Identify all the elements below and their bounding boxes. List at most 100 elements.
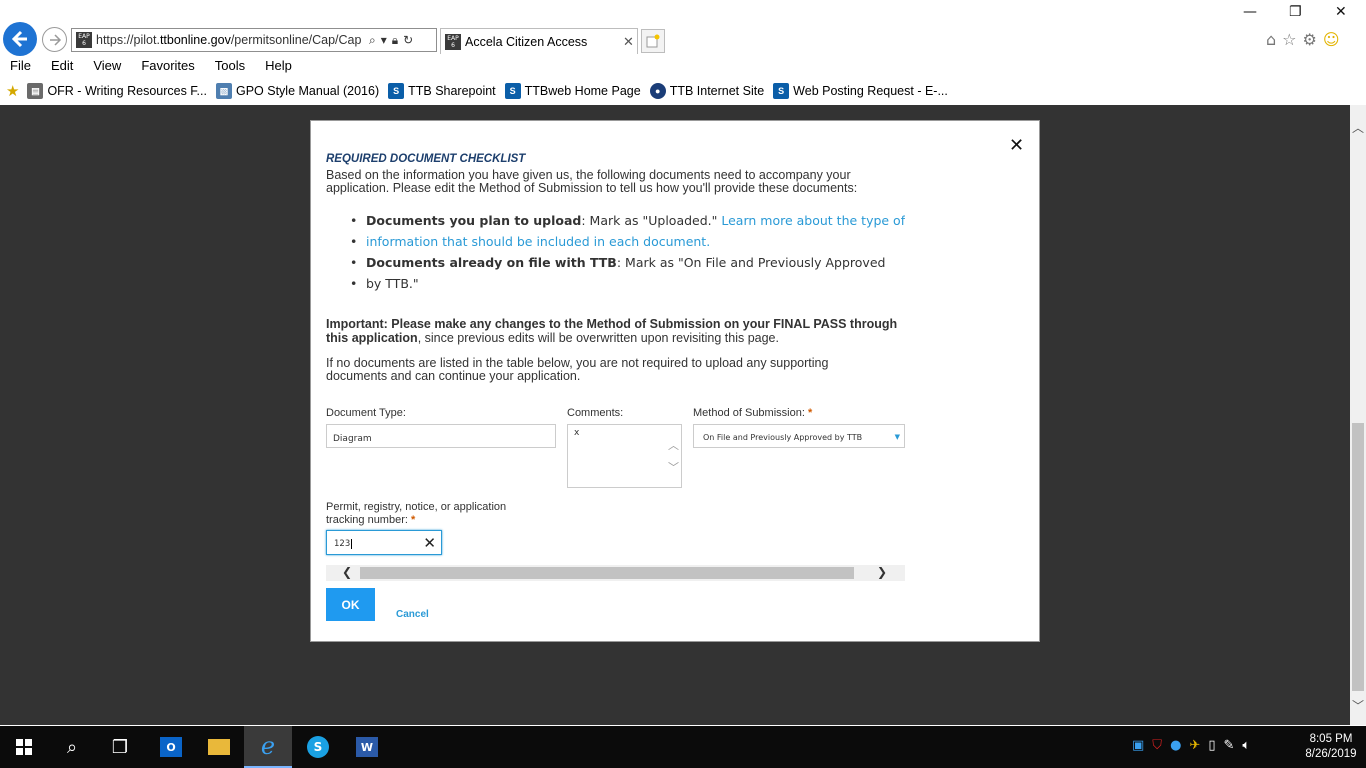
modal-title: REQUIRED DOCUMENT CHECKLIST: [326, 153, 526, 165]
outlook-tray-icon[interactable]: ▣: [1132, 738, 1144, 753]
comments-label: Comments:: [567, 407, 624, 419]
ok-button[interactable]: OK: [326, 588, 375, 621]
volume-icon[interactable]: 🔈︎: [1242, 738, 1250, 753]
word-icon[interactable]: W: [343, 726, 391, 768]
skype-tray-icon[interactable]: ●: [1170, 738, 1181, 753]
file-explorer-icon[interactable]: [195, 726, 243, 768]
menu-file[interactable]: File: [0, 57, 41, 77]
sharepoint-icon: S: [773, 83, 790, 99]
home-icon[interactable]: ⌂: [1266, 30, 1276, 49]
close-modal-icon[interactable]: ✕: [1009, 135, 1024, 156]
ttb-seal-icon: ●: [649, 83, 666, 99]
internet-explorer-icon[interactable]: e: [244, 726, 292, 768]
windows-logo-icon: [16, 739, 32, 755]
learn-more-link[interactable]: Learn more about the type of: [721, 213, 905, 228]
task-view-icon[interactable]: ❐: [96, 726, 144, 768]
browser-chrome: EAP 6 https://pilot.ttbonline.gov/permits…: [0, 0, 1366, 105]
favorite-gpo[interactable]: ▧ GPO Style Manual (2016): [215, 83, 379, 99]
add-favorite-icon[interactable]: ★: [6, 82, 19, 100]
taskbar-clock[interactable]: 8:05 PM 8/26/2019: [1300, 732, 1362, 762]
no-documents-note: If no documents are listed in the table …: [326, 356, 829, 383]
list-item: Documents already on file with TTB: Mark…: [350, 252, 905, 273]
minimize-icon[interactable]: —: [1243, 4, 1257, 20]
gear-icon[interactable]: ⚙: [1303, 30, 1317, 49]
scroll-right-icon[interactable]: ❯: [877, 565, 887, 579]
new-tab-icon: [646, 34, 660, 48]
document-type-label: Document Type:: [326, 407, 406, 419]
tracking-number-value: 123: [334, 539, 351, 549]
dropdown-caret-icon[interactable]: ▼: [895, 433, 900, 441]
scroll-up-icon[interactable]: ︿: [1352, 119, 1364, 136]
battery-icon[interactable]: ▯: [1208, 738, 1215, 753]
scrollbar-thumb[interactable]: [1352, 423, 1364, 691]
horizontal-scrollbar[interactable]: ❮ ❯: [326, 565, 905, 581]
clock-time: 8:05 PM: [1309, 733, 1353, 745]
lock-icon[interactable]: 🔒︎: [392, 33, 398, 48]
clear-input-icon[interactable]: ✕: [423, 534, 436, 552]
scroll-left-icon[interactable]: ❮: [342, 565, 352, 579]
arrow-left-icon: [11, 30, 27, 48]
vpn-icon[interactable]: ✈: [1189, 738, 1200, 753]
menu-view[interactable]: View: [83, 57, 131, 77]
tab-close-icon[interactable]: ✕: [623, 34, 634, 50]
favorite-ofr[interactable]: ▤ OFR - Writing Resources F...: [27, 83, 207, 99]
site-favicon: EAP 6: [76, 32, 92, 48]
document-type-field: Diagram: [326, 424, 556, 448]
back-button[interactable]: [3, 22, 37, 56]
restore-icon[interactable]: ❐: [1289, 4, 1302, 20]
url-text[interactable]: https://pilot.ttbonline.gov/permitsonlin…: [96, 33, 364, 47]
menu-tools[interactable]: Tools: [205, 57, 255, 77]
menu-favorites[interactable]: Favorites: [131, 57, 204, 77]
outlook-icon[interactable]: O: [147, 726, 195, 768]
refresh-icon[interactable]: ↻: [403, 33, 413, 47]
search-icon[interactable]: ⌕: [369, 33, 376, 48]
list-item-continuation: information that should be included in e…: [350, 231, 905, 252]
tracking-label-line-1: Permit, registry, notice, or application: [326, 501, 507, 513]
favorites-star-icon[interactable]: ☆: [1282, 30, 1296, 49]
tracking-number-input[interactable]: 123 ✕: [326, 530, 442, 555]
sharepoint-icon: S: [504, 83, 521, 99]
pen-icon[interactable]: ✎: [1223, 738, 1234, 753]
close-window-icon[interactable]: ✕: [1335, 4, 1347, 20]
page-scrollbar[interactable]: ︿ ﹀: [1350, 105, 1366, 725]
intro-line-2: application. Please edit the Method of S…: [326, 181, 858, 195]
method-of-submission-select[interactable]: On File and Previously Approved by TTB ▼: [693, 424, 905, 448]
cancel-link[interactable]: Cancel: [396, 609, 429, 620]
comments-textarea[interactable]: x ︿ ﹀: [567, 424, 682, 488]
chevron-up-icon[interactable]: ︿: [668, 437, 679, 453]
system-tray: ▣ ⛉ ● ✈ ▯ ✎ 🔈︎: [1132, 738, 1250, 753]
menu-bar: File Edit View Favorites Tools Help: [0, 57, 302, 77]
favorite-web-posting[interactable]: S Web Posting Request - E-...: [773, 83, 948, 99]
new-tab-button[interactable]: [641, 29, 665, 53]
document-checklist-modal: ✕ REQUIRED DOCUMENT CHECKLIST Based on t…: [310, 120, 1040, 642]
horizontal-scroll-thumb[interactable]: [360, 567, 854, 579]
smiley-icon[interactable]: ☺: [1323, 30, 1340, 49]
skype-icon[interactable]: S: [294, 726, 342, 768]
document-icon: ▤: [27, 83, 44, 99]
menu-edit[interactable]: Edit: [41, 57, 83, 77]
list-item-continuation: by TTB.": [350, 273, 905, 294]
method-label: Method of Submission: *: [693, 407, 813, 419]
favorite-ttb-internet[interactable]: ● TTB Internet Site: [649, 83, 764, 99]
browser-tab[interactable]: EAP 6 Accela Citizen Access ✕: [440, 28, 638, 54]
windows-taskbar: ⌕ ❐ O e S W ▣ ⛉ ● ✈ ▯ ✎ 🔈︎ 8:05 PM 8/26/…: [0, 726, 1366, 768]
dropdown-icon[interactable]: ▾: [381, 33, 387, 47]
chevron-down-icon[interactable]: ﹀: [668, 459, 679, 475]
learn-more-link-cont[interactable]: information that should be included in e…: [366, 234, 710, 249]
arrow-right-icon: [49, 33, 61, 46]
important-note: Important: Please make any changes to th…: [326, 317, 898, 345]
scroll-down-icon[interactable]: ﹀: [1352, 697, 1364, 714]
clock-date: 8/26/2019: [1305, 748, 1357, 760]
start-button[interactable]: [0, 726, 48, 768]
favorite-ttb-sharepoint[interactable]: S TTB Sharepoint: [388, 83, 496, 99]
address-bar[interactable]: EAP 6 https://pilot.ttbonline.gov/permits…: [71, 28, 437, 52]
mcafee-icon[interactable]: ⛉: [1152, 738, 1162, 753]
favorites-bar: ★ ▤ OFR - Writing Resources F... ▧ GPO S…: [0, 80, 957, 102]
forward-button[interactable]: [42, 27, 67, 52]
search-taskbar-icon[interactable]: ⌕: [48, 726, 96, 768]
comments-value: x: [574, 428, 580, 438]
menu-help[interactable]: Help: [255, 57, 302, 77]
favorite-ttbweb[interactable]: S TTBweb Home Page: [504, 83, 641, 99]
sharepoint-icon: S: [388, 83, 405, 99]
method-value: On File and Previously Approved by TTB: [703, 433, 863, 442]
